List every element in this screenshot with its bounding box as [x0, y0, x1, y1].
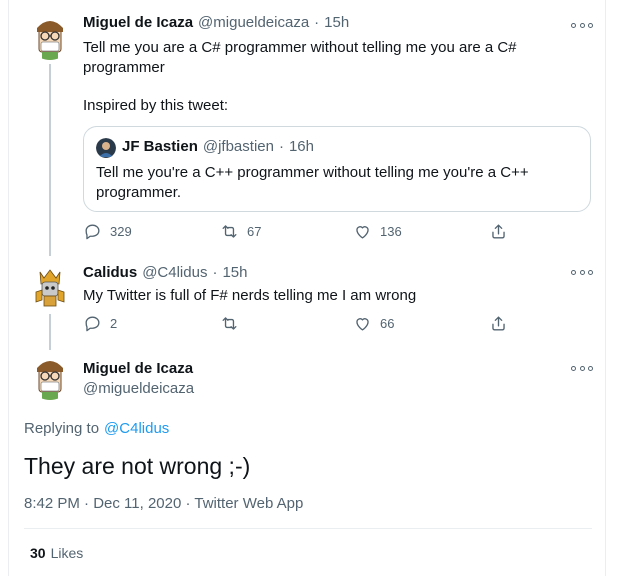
- separator: ·: [314, 14, 320, 31]
- reply-icon: [85, 224, 100, 240]
- reply-count: 329: [110, 224, 132, 239]
- more-icon[interactable]: [571, 18, 593, 32]
- reply-button[interactable]: 2: [83, 314, 117, 333]
- tweet-text-line-3: Inspired by this tweet:: [83, 97, 229, 114]
- separator: ·: [278, 138, 284, 155]
- share-icon: [492, 316, 505, 331]
- tweet-time[interactable]: 15h: [324, 14, 349, 31]
- likes-stat[interactable]: 30 Likes: [30, 545, 83, 561]
- share-icon: [492, 224, 505, 239]
- reply-icon: [85, 316, 100, 332]
- heart-icon: [356, 318, 369, 331]
- retweet-count: 67: [247, 224, 262, 239]
- reply-button[interactable]: 329: [83, 222, 132, 241]
- author-name[interactable]: Calidus: [83, 264, 137, 281]
- like-button[interactable]: 136: [353, 222, 402, 241]
- separator: ·: [212, 264, 218, 281]
- like-count: 66: [380, 316, 395, 331]
- retweet-button[interactable]: [220, 314, 247, 333]
- tweet-time[interactable]: 15h: [222, 264, 247, 281]
- author-name[interactable]: Miguel de Icaza: [83, 14, 193, 31]
- share-button[interactable]: [489, 314, 508, 333]
- quoted-tweet[interactable]: JF Bastien @jfbastien · 16h Tell me you'…: [83, 126, 591, 212]
- more-icon[interactable]: [571, 265, 593, 279]
- replying-to-label: Replying to: [24, 420, 100, 437]
- thread-line: [49, 314, 51, 350]
- quote-author-name: JF Bastien: [122, 138, 198, 155]
- replying-to-line: Replying to @C4lidus: [24, 420, 169, 437]
- quote-text-line-1: Tell me you're a C++ programmer without …: [96, 164, 529, 181]
- quote-author-handle: @jfbastien: [202, 138, 274, 155]
- tweet-text-line-2: programmer: [83, 59, 165, 76]
- tweet-text-line-1: Tell me you are a C# programmer without …: [83, 39, 517, 56]
- retweet-button[interactable]: 67: [220, 222, 261, 241]
- likes-count: 30: [30, 545, 46, 561]
- share-button[interactable]: [489, 222, 508, 241]
- avatar-jf-bastien: [96, 138, 116, 158]
- tweet-text: My Twitter is full of F# nerds telling m…: [83, 287, 417, 304]
- replying-to-link[interactable]: @C4lidus: [104, 420, 169, 437]
- quote-time: 16h: [288, 138, 314, 155]
- author-handle[interactable]: @migueldeicaza: [198, 14, 309, 31]
- like-count: 136: [380, 224, 402, 239]
- likes-label: Likes: [50, 545, 84, 561]
- reply-count: 2: [110, 316, 118, 331]
- heart-icon: [356, 226, 369, 239]
- like-button[interactable]: 66: [353, 314, 394, 333]
- author-handle[interactable]: @C4lidus: [142, 264, 207, 281]
- tweet-timestamp[interactable]: 8:42 PM · Dec 11, 2020 · Twitter Web App: [24, 495, 303, 512]
- main-tweet-text: They are not wrong ;-): [24, 453, 251, 479]
- author-handle[interactable]: @migueldeicaza: [83, 380, 194, 397]
- author-name[interactable]: Miguel de Icaza: [83, 360, 193, 377]
- thread-line: [49, 64, 51, 256]
- avatar-miguel[interactable]: [26, 352, 74, 400]
- quote-text-line-2: programmer.: [96, 184, 182, 201]
- more-icon[interactable]: [571, 361, 593, 375]
- avatar-miguel[interactable]: [26, 12, 74, 60]
- divider: [24, 528, 592, 529]
- avatar-calidus[interactable]: [26, 262, 74, 310]
- retweet-icon: [222, 317, 237, 330]
- retweet-icon: [222, 225, 237, 238]
